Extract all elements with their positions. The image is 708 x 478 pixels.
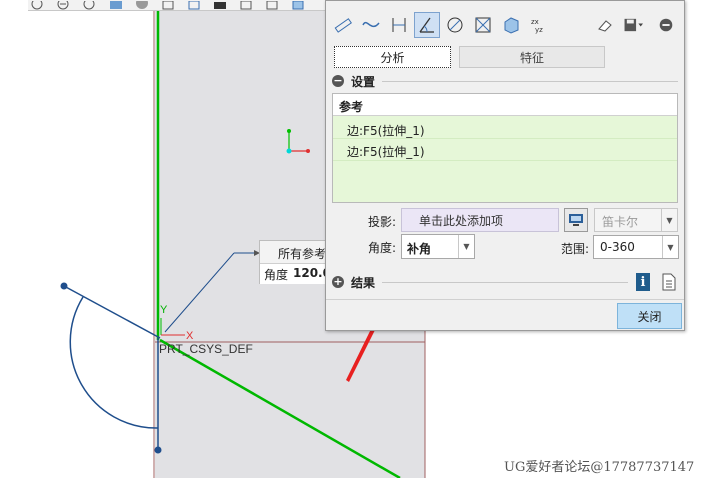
details-sheet-icon[interactable] (662, 273, 676, 291)
dimension-end-point-2[interactable] (154, 446, 162, 454)
reference-item[interactable]: 边:F5(拉伸_1) (347, 143, 425, 160)
blue-ref-line-1 (63, 285, 161, 339)
callout-angle-row: 角度 120.0 (260, 263, 331, 284)
settings-title: 设置 (351, 74, 376, 89)
dialog-title-bar[interactable] (326, 1, 684, 8)
reference-item[interactable]: 边:F5(拉伸_1) (347, 122, 425, 139)
measure-toolbar: zx yz (326, 9, 684, 41)
eraser-icon[interactable] (592, 12, 618, 38)
coordinate-system-value: 笛卡尔 (602, 215, 639, 229)
measure-curve-icon[interactable] (358, 12, 384, 38)
measure-volume-icon[interactable] (498, 12, 524, 38)
measure-length-icon[interactable] (330, 12, 356, 38)
callout-title: 所有参考 (278, 247, 327, 261)
named-view-icon[interactable] (264, 0, 286, 10)
dimension-end-point-1[interactable] (60, 282, 68, 290)
collapse-icon[interactable] (656, 12, 676, 38)
measure-angle-icon[interactable] (414, 12, 440, 38)
zoom-out-icon[interactable] (82, 0, 104, 10)
chevron-down-icon: ▼ (458, 235, 474, 258)
transform-icon[interactable]: zx yz (526, 12, 552, 38)
expand-results-icon[interactable]: + (332, 276, 344, 288)
projection-input[interactable]: 单击此处添加项 (401, 208, 559, 232)
tab-feature[interactable]: 特征 (459, 46, 605, 68)
repaint-icon[interactable] (108, 0, 130, 10)
dimension-callout[interactable]: 所有参考 角度 120.0 (259, 240, 331, 284)
saved-view-icon[interactable] (186, 0, 208, 10)
svg-text:yz: yz (535, 26, 543, 34)
view-orient-icon[interactable] (160, 0, 182, 10)
collapse-settings-icon[interactable]: − (332, 75, 344, 87)
close-button[interactable]: 关闭 (617, 303, 682, 329)
range-value: 0-360 (600, 240, 635, 254)
zoom-in-icon[interactable] (56, 0, 78, 10)
projection-label: 投影: (368, 215, 397, 229)
range-select[interactable]: 0-360 ▼ (593, 235, 679, 259)
footer-divider (326, 299, 684, 300)
angle-arc (69, 296, 159, 429)
display-style-icon[interactable] (290, 0, 312, 10)
chevron-down-icon: ▼ (662, 236, 678, 258)
monitor-icon (569, 214, 583, 226)
chevron-down-icon: ▼ (661, 209, 677, 231)
shading-icon[interactable] (134, 0, 156, 10)
measure-distance-icon[interactable] (386, 12, 412, 38)
range-label: 范围: (561, 242, 590, 256)
csys-y-label: Y (160, 304, 168, 316)
results-title: 结果 (351, 275, 376, 290)
measure-diameter-icon[interactable] (442, 12, 468, 38)
measure-dialog: zx yz 分析 特征 − 设置 参考 边:F5(拉伸_1) 边:F5(拉伸_1)… (325, 0, 685, 331)
references-list[interactable]: 参考 边:F5(拉伸_1) 边:F5(拉伸_1) (332, 93, 678, 203)
results-divider (382, 282, 628, 283)
callout-angle-label: 角度 (264, 268, 289, 282)
top-toolbar (28, 0, 328, 11)
dialog-tabs: 分析 特征 (334, 46, 610, 68)
ref-separator (333, 160, 677, 161)
measure-area-icon[interactable] (470, 12, 496, 38)
results-section-header[interactable]: + 结果 (332, 274, 375, 290)
angle-type-select[interactable]: 补角 ▼ (401, 234, 475, 259)
info-icon[interactable]: i (636, 273, 650, 291)
coordinate-system-select[interactable]: 笛卡尔 ▼ (594, 208, 678, 232)
angle-type-value: 补角 (407, 242, 432, 256)
angle-label: 角度: (368, 241, 397, 255)
save-icon[interactable] (618, 12, 648, 38)
settings-divider (382, 81, 678, 82)
settings-section-header[interactable]: − 设置 (332, 73, 375, 89)
screenshot-icon[interactable] (212, 0, 234, 10)
projection-view-button[interactable] (564, 208, 588, 232)
csys-x-label: X (186, 330, 194, 342)
references-header: 参考 (333, 94, 677, 116)
perspective-icon[interactable] (238, 0, 260, 10)
svg-text:zx: zx (531, 18, 539, 26)
tab-analysis[interactable]: 分析 (334, 46, 451, 68)
csys-label: PRT_CSYS_DEF (159, 342, 253, 356)
watermark: UG爱好者论坛@17787737147 (504, 460, 695, 475)
zoom-fit-icon[interactable] (30, 0, 52, 10)
